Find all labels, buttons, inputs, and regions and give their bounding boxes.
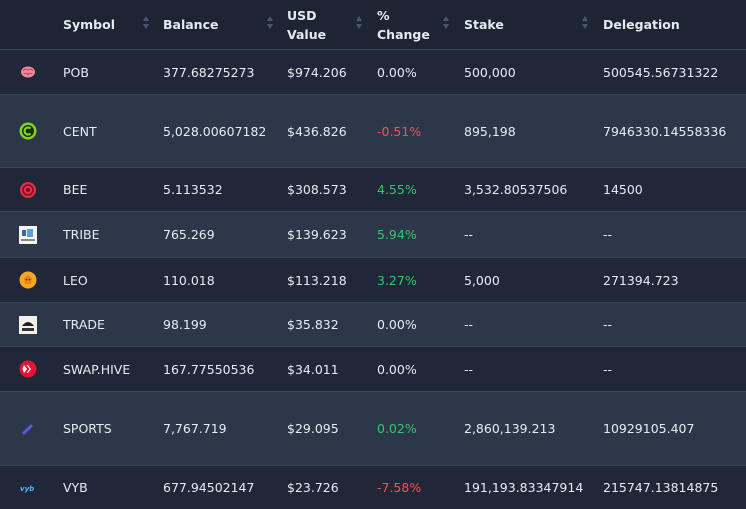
cell-symbol: SWAP.HIVE xyxy=(63,361,131,377)
sort-balance-icon[interactable] xyxy=(267,16,274,30)
table-row[interactable]: CENT 5,028.00607182 $436.826 -0.51% 895,198 7… xyxy=(0,94,746,168)
cell-delegation: 271394.723 xyxy=(603,272,679,288)
cell-usd-value: $34.011 xyxy=(287,361,339,377)
table-row[interactable]: LEO 110.018 $113.218 3.27% 5,000 271394.723 xyxy=(0,258,746,302)
column-header-symbol[interactable]: Symbol xyxy=(63,0,115,49)
table-row[interactable]: TRADE 98.199 $35.832 0.00% -- -- xyxy=(0,302,746,347)
cell-stake: 3,532.80537506 xyxy=(464,182,568,197)
cell-delegation: 215747.13814875 xyxy=(603,480,719,495)
cell-stake: 895,198 xyxy=(464,123,516,139)
cell-change: 3.27% xyxy=(377,272,417,288)
sports-icon xyxy=(19,392,37,465)
cell-delegation: -- xyxy=(603,227,613,242)
cell-symbol: TRIBE xyxy=(63,227,100,242)
table-row[interactable]: SWAP.HIVE 167.77550536 $34.011 0.00% -- -- xyxy=(0,347,746,391)
cell-delegation: 14500 xyxy=(603,182,643,197)
cell-usd-value: $29.095 xyxy=(287,421,339,436)
cell-usd-value: $113.218 xyxy=(287,272,347,288)
cell-usd-value: $308.573 xyxy=(287,182,347,197)
cell-delegation: 500545.56731322 xyxy=(603,64,719,80)
cell-usd-value: $974.206 xyxy=(287,64,347,80)
cell-balance: 5.113532 xyxy=(163,182,223,197)
cell-stake: 500,000 xyxy=(464,64,516,80)
column-header-change[interactable]: % Change xyxy=(377,0,430,49)
hive-icon xyxy=(19,347,37,391)
cell-balance: 167.77550536 xyxy=(163,361,255,377)
cell-stake: 5,000 xyxy=(464,272,500,288)
cell-delegation: -- xyxy=(603,317,613,332)
table-row[interactable]: BEE 5.113532 $308.573 4.55% 3,532.80537506 14… xyxy=(0,168,746,211)
cell-balance: 677.94502147 xyxy=(163,480,255,495)
trade-icon xyxy=(19,303,37,346)
cell-usd-value: $23.726 xyxy=(287,480,339,495)
cell-stake: -- xyxy=(464,317,474,332)
cell-balance: 98.199 xyxy=(163,317,207,332)
cell-balance: 110.018 xyxy=(163,272,215,288)
cell-change: 5.94% xyxy=(377,227,417,242)
cell-change: 0.00% xyxy=(377,317,417,332)
cell-balance: 5,028.00607182 xyxy=(163,123,267,139)
table-row[interactable]: vyb VYB 677.94502147 $23.726 -7.58% 191,193.8… xyxy=(0,466,746,509)
cell-balance: 377.68275273 xyxy=(163,64,255,80)
cell-stake: -- xyxy=(464,361,474,377)
table-header: Symbol Balance USD Value % Change Stake … xyxy=(0,0,746,50)
tribe-icon xyxy=(19,212,37,257)
cell-usd-value: $139.623 xyxy=(287,227,347,242)
cell-stake: -- xyxy=(464,227,474,242)
sort-usd-value-icon[interactable] xyxy=(356,16,363,30)
cell-stake: 2,860,139.213 xyxy=(464,421,556,436)
column-header-delegation[interactable]: Delegation xyxy=(603,0,680,49)
cell-change: 0.02% xyxy=(377,421,417,436)
cell-stake: 191,193.83347914 xyxy=(464,480,584,495)
cell-delegation: 7946330.14558336 xyxy=(603,123,727,139)
table-row[interactable]: TRIBE 765.269 $139.623 5.94% -- -- xyxy=(0,211,746,258)
column-header-stake[interactable]: Stake xyxy=(464,0,504,49)
vyb-icon: vyb xyxy=(19,466,37,509)
sort-stake-icon[interactable] xyxy=(582,16,589,30)
bee-icon xyxy=(19,168,37,211)
cell-symbol: SPORTS xyxy=(63,421,112,436)
cell-symbol: BEE xyxy=(63,182,88,197)
table-row[interactable]: POB 377.68275273 $974.206 0.00% 500,000 50054… xyxy=(0,50,746,94)
cell-usd-value: $436.826 xyxy=(287,123,347,139)
cell-symbol: TRADE xyxy=(63,317,105,332)
brain-icon xyxy=(19,50,37,94)
cell-change: 0.00% xyxy=(377,64,417,80)
table-row[interactable]: SPORTS 7,767.719 $29.095 0.02% 2,860,139.213… xyxy=(0,391,746,466)
cell-balance: 7,767.719 xyxy=(163,421,227,436)
svg-text:vyb: vyb xyxy=(20,485,34,493)
cell-symbol: VYB xyxy=(63,480,88,495)
lion-icon xyxy=(19,258,37,302)
cell-balance: 765.269 xyxy=(163,227,215,242)
cent-coin-icon xyxy=(19,95,37,167)
sort-symbol-icon[interactable] xyxy=(143,16,150,30)
sort-change-icon[interactable] xyxy=(443,16,450,30)
cell-symbol: LEO xyxy=(63,272,88,288)
cell-symbol: POB xyxy=(63,64,89,80)
token-balance-table: Symbol Balance USD Value % Change Stake … xyxy=(0,0,746,509)
cell-change: -7.58% xyxy=(377,480,422,495)
cell-delegation: 10929105.407 xyxy=(603,421,695,436)
cell-usd-value: $35.832 xyxy=(287,317,339,332)
cell-delegation: -- xyxy=(603,361,613,377)
cell-symbol: CENT xyxy=(63,123,97,139)
column-header-balance[interactable]: Balance xyxy=(163,0,218,49)
cell-change: 0.00% xyxy=(377,361,417,377)
column-header-usd-value[interactable]: USD Value xyxy=(287,0,326,49)
cell-change: 4.55% xyxy=(377,182,417,197)
cell-change: -0.51% xyxy=(377,123,422,139)
